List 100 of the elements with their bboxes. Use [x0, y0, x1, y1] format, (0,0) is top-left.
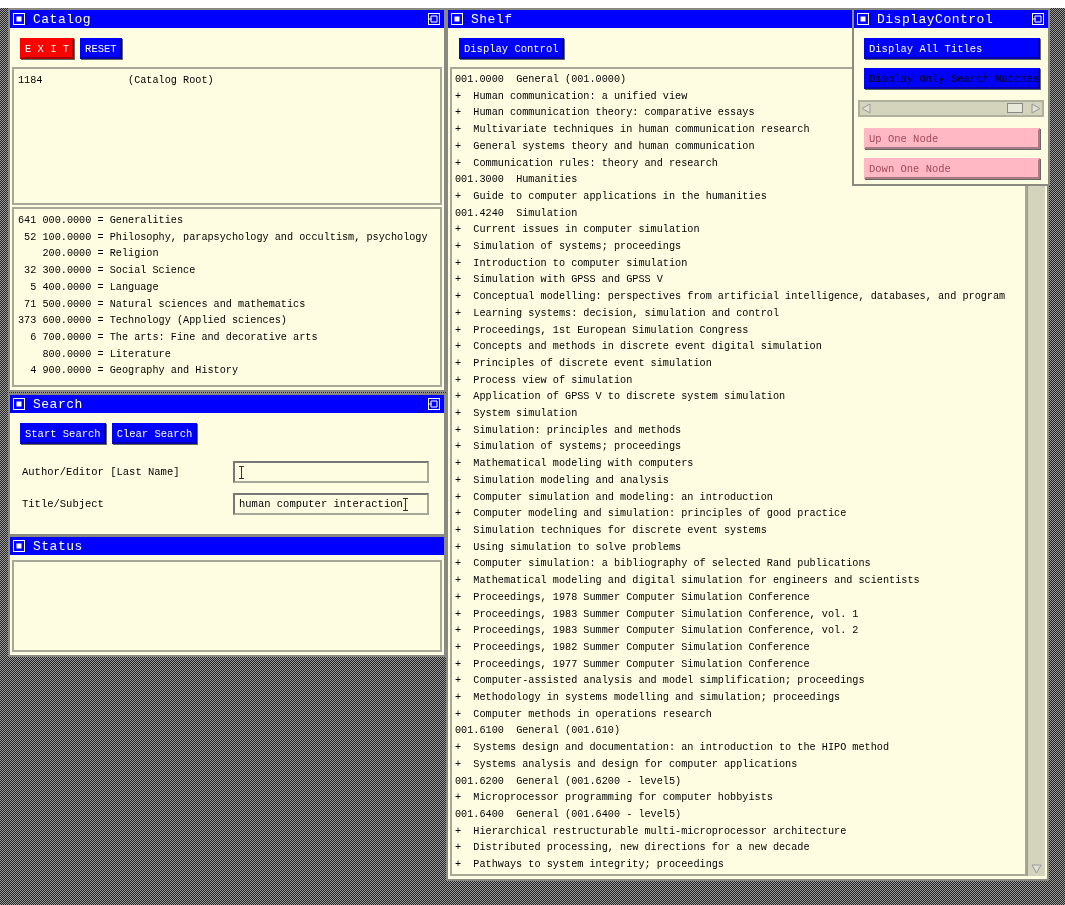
category-item[interactable]: 100.0000 = Philosophy, parapsychology and occultism, psychology [42, 229, 428, 247]
expand-marker[interactable]: + [455, 506, 474, 523]
book-title[interactable]: Application of GPSS V to discrete system simulation [473, 389, 786, 407]
window-menu-icon[interactable] [857, 13, 869, 25]
category-item[interactable]: 700.0000 = The arts: Fine and decorative arts [42, 329, 318, 347]
expand-marker[interactable]: + [455, 623, 474, 640]
book-title[interactable]: Proceedings, 1978 Summer Computer Simulation Conference [473, 589, 810, 607]
class-heading[interactable]: Humanities [516, 172, 578, 189]
book-title[interactable]: Mathematical modeling and digital simulation for engineers and scientists [473, 573, 920, 590]
book-title[interactable]: Computer-assisted analysis and model simplification; proceedings [473, 673, 865, 690]
book-title[interactable]: Systems design and documentation: an introduction to the HIPO method [473, 740, 890, 757]
expand-marker[interactable]: + [455, 105, 474, 123]
class-heading[interactable]: General (001.6400 - level5) [516, 806, 682, 824]
book-title[interactable]: Process view of simulation [473, 372, 633, 390]
expand-marker[interactable]: + [455, 255, 474, 273]
maximize-icon[interactable] [428, 13, 440, 25]
expand-marker[interactable]: + [455, 188, 474, 206]
book-title[interactable]: Introduction to computer simulation [473, 255, 688, 273]
book-title[interactable]: Learning systems: decision, simulation and control [473, 305, 779, 323]
book-title[interactable]: Simulation with GPSS and GPSS V [473, 272, 663, 290]
expand-marker[interactable]: + [455, 656, 474, 674]
book-title[interactable]: Human communication: a unified view [473, 88, 688, 106]
category-item[interactable]: 900.0000 = Geography and History [42, 363, 239, 381]
expand-marker[interactable]: + [455, 573, 474, 590]
book-title[interactable]: Mathematical modeling with computers [473, 456, 694, 473]
expand-marker[interactable]: + [455, 740, 474, 757]
expand-marker[interactable]: + [455, 422, 474, 440]
expand-marker[interactable]: + [455, 539, 474, 557]
expand-marker[interactable]: + [455, 406, 474, 423]
expand-marker[interactable]: + [455, 155, 474, 173]
book-title[interactable]: Computer modeling and simulation: principles of good practice [473, 506, 847, 523]
expand-marker[interactable]: + [455, 456, 474, 473]
book-title[interactable]: Systems analysis and design for computer applications [473, 756, 798, 774]
list-item[interactable]: (Catalog Root) [128, 73, 214, 90]
reset-button[interactable]: RESET [80, 38, 122, 59]
expand-marker[interactable]: + [455, 606, 474, 624]
book-title[interactable]: Current issues in computer simulation [473, 222, 700, 240]
expand-marker[interactable]: + [455, 489, 474, 507]
expand-marker[interactable]: + [455, 523, 474, 540]
expand-marker[interactable]: + [455, 472, 474, 490]
expand-marker[interactable]: + [455, 389, 474, 407]
book-title[interactable]: Proceedings, 1st European Simulation Congress [473, 322, 749, 340]
expand-marker[interactable]: + [455, 122, 474, 139]
class-heading[interactable]: Simulation [516, 205, 578, 223]
book-title[interactable]: Computer simulation: a bibliography of selected Rand publications [473, 556, 871, 574]
display-mode-button[interactable]: Display All Titles [864, 38, 1040, 59]
expand-marker[interactable]: + [455, 88, 474, 106]
expand-marker[interactable]: + [455, 589, 474, 607]
class-heading[interactable]: General (001.610) [516, 723, 621, 741]
book-title[interactable]: Simulation of systems; proceedings [473, 439, 682, 457]
book-title[interactable]: Proceedings, 1977 Summer Computer Simulation Conference [473, 656, 810, 674]
book-title[interactable]: Simulation: principles and methods [473, 422, 682, 440]
book-title[interactable]: Guide to computer applications in the humanities [473, 188, 767, 206]
expand-marker[interactable]: + [455, 790, 474, 807]
exit-button[interactable]: E X I T [20, 38, 75, 59]
search-button[interactable]: Start Search [20, 423, 106, 444]
class-heading[interactable]: General (001.0000) [516, 72, 627, 89]
category-item[interactable]: 800.0000 = Literature [42, 346, 171, 364]
expand-marker[interactable]: + [455, 322, 474, 340]
book-title[interactable]: Using simulation to solve problems [473, 539, 682, 557]
expand-marker[interactable]: + [455, 372, 474, 390]
expand-marker[interactable]: + [455, 239, 474, 256]
horizontal-scrollbar[interactable] [858, 100, 1044, 117]
category-item[interactable]: 300.0000 = Social Science [42, 263, 196, 280]
book-title[interactable]: Conceptual modelling: perspectives from artificial intelligence, databases, and program [473, 289, 1006, 306]
book-title[interactable]: Proceedings, 1982 Summer Computer Simulation Conference [473, 639, 810, 657]
expand-marker[interactable]: + [455, 272, 474, 290]
expand-marker[interactable]: + [455, 355, 474, 373]
category-item[interactable]: 400.0000 = Language [42, 279, 159, 297]
book-title[interactable]: Computer simulation and modeling: an introduction [473, 489, 773, 507]
window-menu-icon[interactable] [451, 13, 463, 25]
maximize-icon[interactable] [428, 398, 440, 410]
book-title[interactable]: Hierarchical restructurable multi-microprocessor architecture [473, 823, 847, 841]
book-title[interactable]: Proceedings, 1983 Summer Computer Simulation Conference, vol. 2 [473, 623, 859, 640]
expand-marker[interactable]: + [455, 556, 474, 574]
class-heading[interactable]: General (001.6200 - level5) [516, 773, 682, 791]
book-title[interactable]: Communication rules: theory and research [473, 155, 718, 173]
input-field[interactable]: human computer interaction [233, 493, 429, 515]
book-title[interactable]: Simulation techniques for discrete event systems [473, 523, 767, 540]
input-field[interactable] [233, 461, 429, 483]
maximize-icon[interactable] [1032, 13, 1044, 25]
book-title[interactable]: Methodology in systems modelling and simulation; proceedings [473, 690, 841, 707]
window-menu-icon[interactable] [13, 13, 25, 25]
book-title[interactable]: Computer methods in operations research [473, 706, 712, 724]
book-title[interactable]: Human communication theory: comparative essays [473, 105, 755, 123]
category-item[interactable]: 000.0000 = Generalities [42, 213, 184, 230]
slider-thumb[interactable] [1006, 102, 1023, 113]
expand-marker[interactable]: + [455, 756, 474, 774]
expand-marker[interactable]: + [455, 823, 474, 841]
book-title[interactable]: Distributed processing, new directions for a new decade [473, 840, 810, 858]
category-item[interactable]: 200.0000 = Religion [42, 246, 159, 264]
category-item[interactable]: 500.0000 = Natural sciences and mathematics [42, 296, 306, 314]
expand-marker[interactable]: + [455, 690, 474, 707]
search-button[interactable]: Clear Search [111, 423, 198, 444]
book-title[interactable]: Multivariate techniques in human communication research [473, 122, 810, 139]
expand-marker[interactable]: + [455, 840, 474, 858]
expand-marker[interactable]: + [455, 138, 474, 156]
expand-marker[interactable]: + [455, 439, 474, 457]
book-title[interactable]: Principles of discrete event simulation [473, 355, 712, 373]
expand-marker[interactable]: + [455, 305, 474, 323]
